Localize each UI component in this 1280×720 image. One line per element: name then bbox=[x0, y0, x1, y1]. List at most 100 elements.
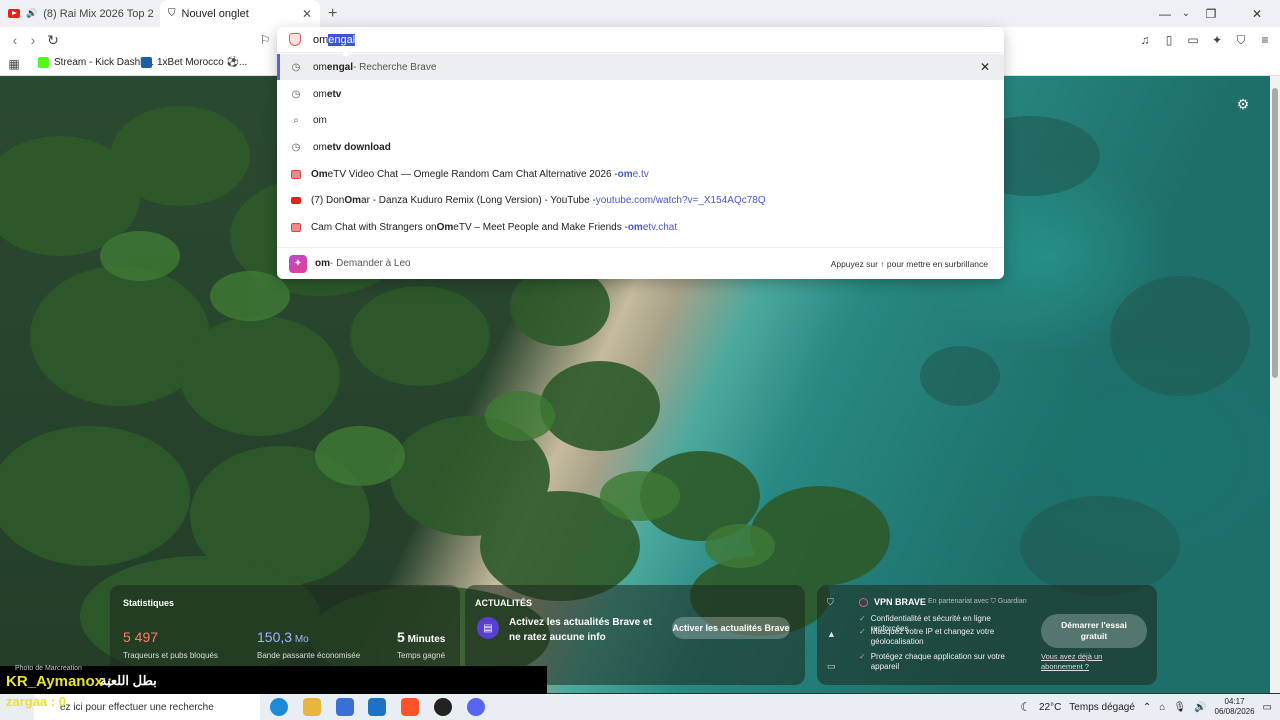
news-title: ACTUALITÉS bbox=[475, 598, 532, 608]
suggestion-row[interactable]: ◷ om etv download bbox=[277, 134, 1004, 160]
obs-icon[interactable] bbox=[434, 698, 452, 716]
ometv-icon bbox=[291, 169, 301, 179]
already-subscribed-link[interactable]: Vous avez déjà un abonnement ? bbox=[1041, 652, 1121, 672]
photo-credit[interactable]: Photo de Marcreation bbox=[15, 665, 82, 672]
stream-overlay: Photo de Marcreation KR_Aymanox : بطل ال… bbox=[0, 665, 547, 694]
vpn-feature: ✓ Protégez chaque application sur votre a… bbox=[859, 652, 1006, 671]
kick-icon bbox=[38, 57, 49, 68]
wallet-icon[interactable]: ▭ bbox=[1184, 31, 1202, 49]
brave-icon[interactable] bbox=[401, 698, 419, 716]
menu-icon[interactable]: ≡ bbox=[1256, 31, 1274, 49]
speaker-icon[interactable]: 🔊 bbox=[26, 8, 37, 19]
address-bar[interactable]: omengal bbox=[277, 27, 1004, 53]
bookmark-label: Stream - Kick Dashb... bbox=[54, 57, 155, 68]
vpn-icon[interactable]: ⛉ bbox=[1232, 31, 1250, 49]
page-suggestion-row[interactable]: Cam Chat with Strangers on Om eTV – Meet … bbox=[277, 214, 1004, 240]
omnibox-dropdown: omengal ◷ om engal - Recherche Brave ✕ ◷ … bbox=[277, 27, 1004, 279]
search-icon: ⌕ bbox=[293, 114, 299, 126]
suggestion-row[interactable]: ⌕ om bbox=[277, 107, 1004, 133]
vpn-logo-icon bbox=[859, 597, 868, 607]
network-icon[interactable]: ⌂ bbox=[1159, 702, 1165, 713]
mouse-cursor bbox=[343, 46, 349, 56]
history-icon: ◷ bbox=[291, 88, 301, 100]
brave-shield-icon: ⛉ bbox=[168, 8, 176, 19]
new-tab-button[interactable]: + bbox=[328, 0, 337, 27]
ask-leo-row[interactable]: ✦ om - Demander à Leo Appuyez sur ↑ pour… bbox=[277, 247, 1004, 279]
discord-icon[interactable] bbox=[467, 698, 485, 716]
taskbar-search[interactable]: ez ici pour effectuer une recherche bbox=[34, 694, 260, 720]
vpn-feature: ✓ Masquez votre IP et changez votre géolo… bbox=[859, 627, 995, 646]
history-icon: ◷ bbox=[291, 61, 301, 73]
youtube-icon bbox=[8, 9, 20, 18]
brave-shield-icon[interactable] bbox=[289, 33, 301, 46]
minimize-icon[interactable]: — bbox=[1142, 0, 1188, 27]
close-window-icon[interactable]: ✕ bbox=[1234, 0, 1280, 27]
taskbar: ez ici pour effectuer une recherche ☾ 22… bbox=[0, 694, 1280, 720]
bookmark-label: 1xBet Morocco ⚽... bbox=[157, 57, 248, 68]
youtube-icon bbox=[291, 196, 301, 204]
edge-icon[interactable] bbox=[270, 698, 288, 716]
stat-trackers: 5 497 Traqueurs et pubs bloqués bbox=[123, 629, 218, 660]
store-icon[interactable] bbox=[336, 698, 354, 716]
streamer-tag: zargaa : 0 bbox=[6, 694, 66, 709]
news-icon: ▤ bbox=[477, 617, 499, 639]
remove-suggestion-icon[interactable]: ✕ bbox=[980, 60, 990, 74]
apps-grid-icon[interactable]: ▦ bbox=[5, 55, 23, 73]
tab-title: (8) Rai Mix 2026 Top 2026 شرقي bbox=[43, 8, 154, 20]
tab-youtube[interactable]: 🔊 (8) Rai Mix 2026 Top 2026 شرقي bbox=[0, 0, 160, 27]
enable-news-button[interactable]: Activer les actualités Brave bbox=[672, 617, 790, 639]
window-controls: — ❐ ✕ bbox=[1142, 0, 1280, 27]
vpn-title: VPN BRAVE bbox=[859, 597, 926, 607]
tab-new-tab[interactable]: ⛉ Nouvel onglet ✕ bbox=[160, 0, 320, 27]
leo-icon: ✦ bbox=[289, 254, 307, 273]
ometv-icon bbox=[291, 222, 301, 232]
volume-icon[interactable]: 🔊 bbox=[1194, 702, 1206, 713]
vpn-partner: En partenariat avec ⛉ Guardian bbox=[928, 598, 1027, 605]
tab-strip: 🔊 (8) Rai Mix 2026 Top 2026 شرقي ⛉ Nouve… bbox=[0, 0, 1280, 27]
customize-gear-icon[interactable]: ⚙ bbox=[1234, 95, 1252, 113]
page-suggestion-row[interactable]: (7) Don Om ar - Danza Kuduro Remix (Long … bbox=[277, 187, 1004, 213]
music-icon[interactable]: ♫ bbox=[1136, 31, 1154, 49]
bookmark-icon[interactable]: ⚐ bbox=[256, 31, 274, 49]
history-icon: ◷ bbox=[291, 141, 301, 153]
start-trial-button[interactable]: Démarrer l'essai gratuit bbox=[1041, 614, 1147, 648]
bookmark-1xbet[interactable]: 1xBet Morocco ⚽... bbox=[141, 57, 247, 68]
suggestion-row[interactable]: ◷ om engal - Recherche Brave ✕ bbox=[277, 54, 1004, 80]
address-input[interactable]: omengal bbox=[313, 33, 356, 46]
clock[interactable]: 04:17 06/08/2026 bbox=[1215, 697, 1255, 717]
mail-icon[interactable] bbox=[368, 698, 386, 716]
system-tray: ☾ 22°C Temps dégagé ⌃ ⌂ 🎙 🔊 04:17 06/08/… bbox=[1020, 694, 1272, 720]
warning-icon[interactable]: ▲ bbox=[827, 629, 836, 639]
weather-text[interactable]: Temps dégagé bbox=[1069, 702, 1135, 713]
leo-icon[interactable]: ✦ bbox=[1208, 31, 1226, 49]
file-explorer-icon[interactable] bbox=[303, 698, 321, 716]
bookmark-kick[interactable]: Stream - Kick Dashb... bbox=[38, 57, 154, 68]
close-tab-icon[interactable]: ✕ bbox=[300, 7, 314, 21]
vpn-card: ⛉ ▲ ▭ VPN BRAVE En partenariat avec ⛉ Gu… bbox=[817, 585, 1157, 685]
notifications-icon[interactable]: ▭ bbox=[1263, 702, 1272, 713]
back-icon[interactable]: ‹ bbox=[6, 31, 24, 49]
leo-hint: Appuyez sur ↑ pour mettre en surbrillanc… bbox=[830, 258, 988, 269]
sidebar-icon[interactable]: ▯ bbox=[1160, 31, 1178, 49]
forward-icon[interactable]: › bbox=[24, 31, 42, 49]
tab-title: Nouvel onglet bbox=[181, 7, 249, 20]
reload-icon[interactable]: ↻ bbox=[44, 31, 62, 49]
overlay-arabic-title: بطل اللعبة bbox=[100, 673, 157, 688]
stat-time: 5 Minutes Temps gagné bbox=[397, 629, 446, 660]
weather-icon: ☾ bbox=[1020, 700, 1031, 714]
overlay-player-name: KR_Aymanox : bbox=[6, 673, 113, 690]
scrollbar-thumb[interactable] bbox=[1272, 88, 1278, 378]
stats-title: Statistiques bbox=[123, 598, 175, 608]
page-scrollbar[interactable] bbox=[1270, 76, 1280, 693]
maximize-icon[interactable]: ❐ bbox=[1188, 0, 1234, 27]
vpn-shield-icon[interactable]: ⛉ bbox=[827, 597, 834, 608]
news-text: Activez les actualités Brave et ne ratez… bbox=[509, 617, 652, 643]
window-icon[interactable]: ▭ bbox=[827, 661, 836, 672]
chevron-up-icon[interactable]: ⌃ bbox=[1143, 702, 1151, 713]
temperature[interactable]: 22°C bbox=[1039, 702, 1061, 713]
1xbet-icon bbox=[141, 57, 152, 68]
microphone-icon[interactable]: 🎙 bbox=[1173, 702, 1186, 713]
stat-bandwidth: 150,3 Mo Bande passante économisée bbox=[257, 629, 361, 660]
suggestion-row[interactable]: ◷ om etv bbox=[277, 81, 1004, 107]
page-suggestion-row[interactable]: Om eTV Video Chat — Omegle Random Cam Cha… bbox=[277, 161, 1004, 187]
